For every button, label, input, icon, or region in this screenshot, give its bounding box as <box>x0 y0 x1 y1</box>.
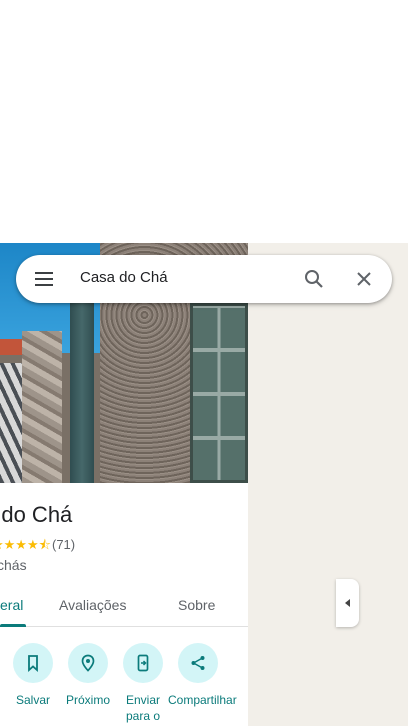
place-info-panel: a do Chá ★★★★⯪ (71) chás eral Avaliações… <box>0 483 248 726</box>
caret-left-icon <box>344 599 350 607</box>
collapse-panel-button[interactable] <box>336 579 359 627</box>
tab-overview[interactable]: eral <box>0 597 23 613</box>
hamburger-menu-icon <box>35 272 53 286</box>
share-icon <box>191 656 205 670</box>
tab-reviews[interactable]: Avaliações <box>59 597 126 613</box>
map-canvas[interactable] <box>248 243 408 726</box>
place-title: a do Chá <box>0 502 73 527</box>
rating-stars: ★★★★⯪ <box>0 537 51 552</box>
tab-about[interactable]: Sobre <box>178 597 215 613</box>
page: Casa do Chá a do Chá ★★★★⯪ (71) chás era… <box>0 0 408 726</box>
send-to-phone-button[interactable]: Enviar para o <box>113 643 173 724</box>
place-category[interactable]: chás <box>0 557 27 573</box>
bookmark-icon <box>28 655 38 672</box>
close-icon <box>357 272 371 286</box>
search-button[interactable] <box>302 267 326 291</box>
active-tab-indicator <box>0 624 26 627</box>
search-bar[interactable]: Casa do Chá <box>16 255 392 303</box>
search-input[interactable]: Casa do Chá <box>80 269 168 286</box>
save-button[interactable]: Salvar <box>3 643 63 708</box>
clear-search-button[interactable] <box>352 267 376 291</box>
nearby-pin-icon <box>81 654 95 672</box>
send-to-phone-icon <box>137 654 149 672</box>
search-icon <box>305 270 323 288</box>
menu-button[interactable] <box>32 267 56 291</box>
place-tabs: eral Avaliações Sobre <box>0 587 248 627</box>
review-count[interactable]: (71) <box>52 537 75 552</box>
share-button[interactable]: Compartilhar <box>168 643 237 708</box>
nearby-button[interactable]: Próximo <box>58 643 118 708</box>
